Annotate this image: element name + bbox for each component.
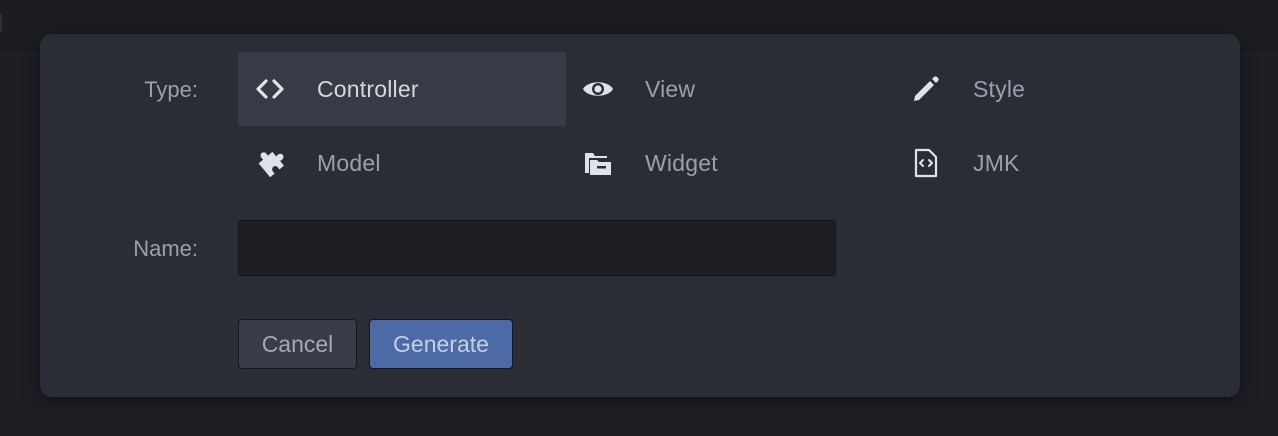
type-label: Type: (144, 77, 198, 102)
puzzle-piece-icon (238, 126, 302, 200)
edge-handle (0, 14, 5, 32)
type-option-model[interactable]: Model (238, 126, 566, 200)
generate-button[interactable]: Generate (369, 319, 513, 369)
code-brackets-icon (238, 52, 302, 126)
folder-stack-icon (566, 126, 630, 200)
type-option-widget[interactable]: Widget (566, 126, 894, 200)
type-option-label: JMK (973, 149, 1020, 176)
type-option-label: Style (973, 75, 1026, 102)
type-option-label: Controller (317, 75, 419, 102)
eye-icon (566, 52, 630, 126)
type-option-jmk[interactable]: JMK (894, 126, 1222, 200)
cancel-button[interactable]: Cancel (238, 319, 357, 369)
name-label: Name: (133, 236, 198, 261)
type-option-label: Widget (645, 149, 718, 176)
code-file-icon (894, 126, 958, 200)
type-option-label: Model (317, 149, 381, 176)
type-option-view[interactable]: View (566, 52, 894, 126)
name-input[interactable] (238, 220, 836, 276)
type-option-label: View (645, 75, 696, 102)
generate-dialog: Type: Controller View Style Model Widget… (40, 34, 1240, 397)
type-option-controller[interactable]: Controller (238, 52, 566, 126)
type-option-style[interactable]: Style (894, 52, 1222, 126)
pencil-icon (894, 52, 958, 126)
